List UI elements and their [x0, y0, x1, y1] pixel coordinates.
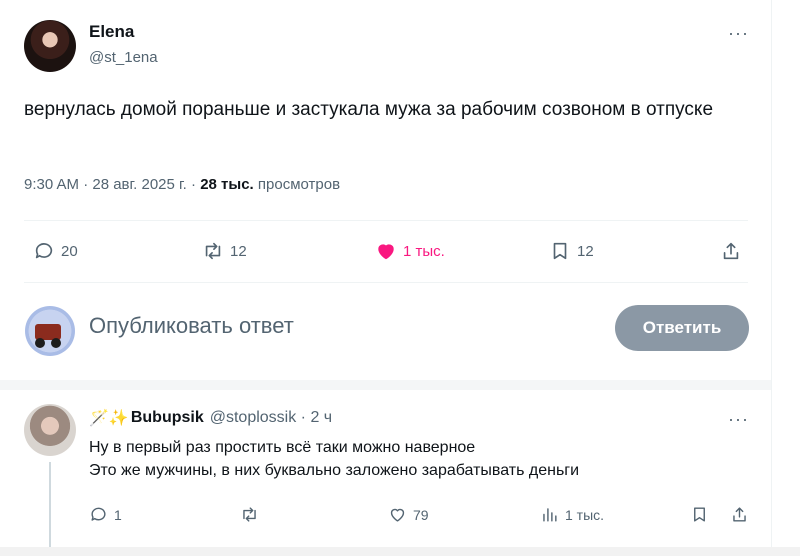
tweet-text: вернулась домой пораньше и застукала муж… [24, 99, 714, 120]
section-divider [0, 380, 771, 390]
share-action[interactable] [720, 240, 742, 262]
comment-icon [91, 507, 106, 521]
analytics-icon [543, 508, 557, 522]
reply-author-avatar[interactable] [24, 404, 76, 456]
heart-icon [378, 244, 394, 260]
views-count: 28 тыс. [200, 176, 254, 193]
retweet-icon [205, 242, 221, 260]
reply-bookmark-action[interactable] [690, 505, 709, 524]
comment-icon [35, 243, 53, 259]
author-name[interactable]: Elena [89, 22, 134, 42]
reply-line: Это же мужчины, в них буквально заложено… [89, 462, 580, 479]
divider-top [24, 220, 748, 221]
tweet-meta: 9:30 AM · 28 авг. 2025 г. · 28 тыс. прос… [24, 176, 340, 193]
reply-line: Ну в первый раз простить всё таки можно … [89, 439, 476, 456]
bookmark-count: 12 [577, 242, 594, 260]
ellipsis-icon[interactable]: ··· [728, 24, 749, 42]
reply-views-count: 1 тыс. [565, 506, 605, 523]
author-handle[interactable]: @st_1ena [89, 49, 158, 66]
heart-outline-icon [390, 508, 405, 522]
right-border [771, 0, 772, 556]
reply-input[interactable]: Опубликовать ответ [89, 313, 294, 339]
magic-wand-sparkles-icon: 🪄✨ [89, 410, 129, 427]
reply-like-action[interactable]: 79 [388, 505, 429, 524]
like-count: 1 тыс. [403, 242, 445, 260]
author-avatar[interactable] [24, 20, 76, 72]
views-label: просмотров [257, 176, 341, 193]
reply-share-action[interactable] [730, 505, 749, 524]
bottom-strip [0, 547, 800, 556]
bookmark-action[interactable]: 12 [549, 240, 594, 262]
reply-ellipsis-icon[interactable]: ··· [728, 410, 749, 428]
my-avatar[interactable] [25, 306, 75, 356]
reply-button[interactable]: Ответить [615, 305, 749, 351]
retweet-count: 12 [230, 242, 247, 260]
reply-retweet-action[interactable] [240, 505, 265, 524]
thread-line [49, 462, 51, 556]
reply-reply-action[interactable]: 1 [89, 505, 122, 524]
share-icon [733, 507, 746, 522]
reply-count: 20 [61, 242, 78, 260]
bookmark-icon [694, 507, 705, 522]
reply-views-action[interactable]: 1 тыс. [540, 505, 604, 524]
retweet-action[interactable]: 12 [202, 240, 247, 262]
reply-author-name[interactable]: Bubupsik [131, 409, 204, 427]
reply-author-handle[interactable]: @stoplossik · 2 ч [210, 409, 332, 427]
reply-like-count: 79 [413, 506, 429, 523]
share-icon [723, 242, 739, 260]
reply-action[interactable]: 20 [33, 240, 78, 262]
tweet-time[interactable]: 9:30 AM · 28 авг. 2025 г. · [24, 176, 196, 193]
reply-text: Ну в первый раз простить всё таки можно … [89, 436, 749, 482]
like-action[interactable]: 1 тыс. [375, 240, 445, 262]
divider-actions [24, 282, 748, 283]
retweet-icon [243, 507, 256, 522]
bookmark-icon [553, 242, 567, 260]
reply-reply-count: 1 [114, 506, 122, 523]
reply-header: 🪄✨ Bubupsik @stoplossik · 2 ч [89, 408, 332, 428]
